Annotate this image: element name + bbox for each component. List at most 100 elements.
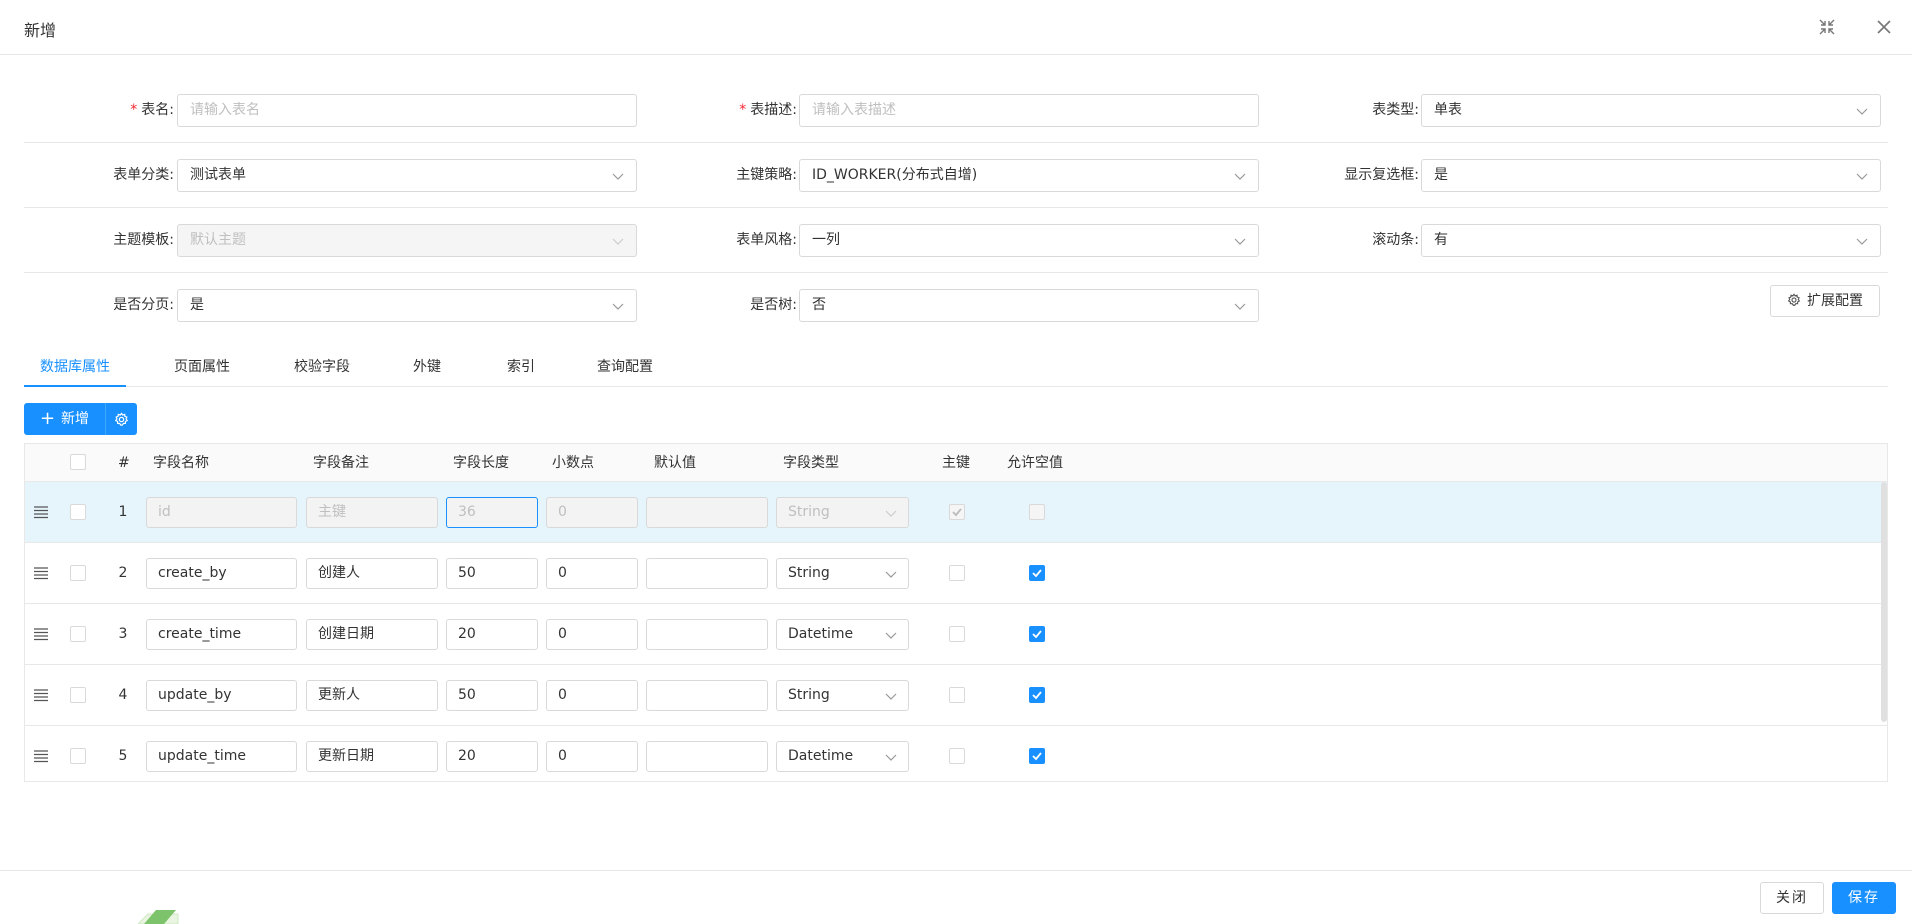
fullscreen-exit-icon[interactable] — [1816, 16, 1838, 38]
drag-handle-icon[interactable] — [33, 688, 49, 702]
row-number: 3 — [118, 626, 128, 642]
row-number: 4 — [118, 687, 128, 703]
drag-handle-icon[interactable] — [33, 505, 49, 519]
tab-indexes[interactable]: 索引 — [507, 356, 535, 376]
column-settings-button[interactable] — [106, 403, 137, 435]
show-checkbox-select[interactable]: 是 — [1421, 159, 1881, 192]
primary-key-checkbox[interactable] — [949, 626, 965, 642]
row-select-checkbox[interactable] — [70, 626, 86, 642]
scrollbar-label: 滚动条: — [1372, 232, 1419, 248]
scrollbar-label-wrap: 滚动条: — [24, 224, 1419, 257]
field-length-input[interactable]: 20 — [446, 619, 538, 650]
table-row[interactable]: 4 update_by 更新人 50 0 String — [25, 665, 1887, 726]
tab-bar: 数据库属性 页面属性 校验字段 外键 索引 查询配置 — [24, 350, 1888, 387]
chevron-down-icon — [885, 691, 897, 701]
close-icon[interactable] — [1873, 16, 1895, 38]
field-type-select[interactable]: String — [776, 680, 909, 711]
table-scrollbar[interactable] — [1881, 482, 1887, 722]
header-default-value: 默认值 — [654, 455, 696, 471]
table-header: # 字段名称 字段备注 字段长度 小数点 默认值 字段类型 主键 允许空值 — [25, 444, 1887, 482]
table-type-value: 单表 — [1434, 102, 1462, 118]
primary-key-checkbox[interactable] — [949, 565, 965, 581]
table-row[interactable]: 1 id 主键 36 0 String — [25, 482, 1887, 543]
primary-key-checkbox — [949, 504, 965, 520]
nullable-checkbox[interactable] — [1029, 626, 1045, 642]
row-select-checkbox[interactable] — [70, 748, 86, 764]
decimal-input: 0 — [546, 497, 638, 528]
close-button[interactable]: 关闭 — [1760, 882, 1824, 914]
chevron-down-icon — [1234, 301, 1246, 311]
table-row[interactable]: 5 update_time 更新日期 20 0 Datetime — [25, 726, 1887, 781]
field-comment-input: 主键 — [306, 497, 438, 528]
default-value-input[interactable] — [646, 619, 768, 650]
primary-key-checkbox[interactable] — [949, 687, 965, 703]
tab-page-properties[interactable]: 页面属性 — [174, 356, 230, 376]
form-row-3: 主题模板: 默认主题 表单风格: 一列 滚动条: 有 — [24, 208, 1888, 273]
form-row-1: * 表名: 请输入表名 * 表描述: 请输入表描述 表类型: 单表 — [24, 78, 1888, 143]
save-button[interactable]: 保存 — [1832, 882, 1896, 914]
decimal-input[interactable]: 0 — [546, 741, 638, 772]
gear-icon — [1787, 293, 1801, 306]
tab-query-config[interactable]: 查询配置 — [597, 356, 653, 376]
form-row-4: 是否分页: 是 是否树: 否 扩展配置 — [24, 273, 1888, 338]
extend-config-label: 扩展配置 — [1807, 293, 1863, 309]
is-tree-value: 否 — [812, 297, 826, 313]
field-type-select[interactable]: Datetime — [776, 741, 909, 772]
chevron-down-icon — [885, 752, 897, 762]
field-type-select[interactable]: String — [776, 558, 909, 589]
row-select-checkbox[interactable] — [70, 687, 86, 703]
select-all-checkbox[interactable] — [70, 454, 86, 470]
decimal-input[interactable]: 0 — [546, 619, 638, 650]
extend-config-button[interactable]: 扩展配置 — [1770, 285, 1880, 317]
drag-handle-icon[interactable] — [33, 749, 49, 763]
row-number: 1 — [118, 504, 128, 520]
field-comment-input[interactable]: 创建人 — [306, 558, 438, 589]
field-name-input[interactable]: create_by — [146, 558, 297, 589]
field-type-value: Datetime — [788, 748, 854, 764]
decimal-input[interactable]: 0 — [546, 680, 638, 711]
field-name-input[interactable]: create_time — [146, 619, 297, 650]
field-comment-input[interactable]: 更新日期 — [306, 741, 438, 772]
table-row[interactable]: 2 create_by 创建人 50 0 String — [25, 543, 1887, 604]
add-field-button[interactable]: + 新增 — [24, 403, 106, 435]
dialog-title: 新增 — [24, 21, 57, 40]
field-type-value: String — [788, 687, 830, 703]
table-row[interactable]: 3 create_time 创建日期 20 0 Datetime — [25, 604, 1887, 665]
primary-key-checkbox[interactable] — [949, 748, 965, 764]
tab-foreign-keys[interactable]: 外键 — [413, 356, 441, 376]
field-length-input[interactable]: 50 — [446, 680, 538, 711]
tab-validation-fields[interactable]: 校验字段 — [294, 356, 350, 376]
header-field-length: 字段长度 — [453, 455, 509, 471]
field-name-input[interactable]: update_time — [146, 741, 297, 772]
tab-db-properties[interactable]: 数据库属性 — [40, 356, 110, 376]
show-checkbox-label: 显示复选框: — [1344, 167, 1419, 183]
chevron-down-icon — [885, 508, 897, 518]
field-comment-input[interactable]: 更新人 — [306, 680, 438, 711]
default-value-input[interactable] — [646, 558, 768, 589]
is-tree-select[interactable]: 否 — [799, 289, 1259, 322]
drag-handle-icon[interactable] — [33, 627, 49, 641]
field-type-select: String — [776, 497, 909, 528]
field-name-input[interactable]: update_by — [146, 680, 297, 711]
field-comment-input[interactable]: 创建日期 — [306, 619, 438, 650]
field-length-input: 36 — [446, 497, 538, 528]
drag-handle-icon[interactable] — [33, 566, 49, 580]
table-type-label: 表类型: — [1372, 102, 1419, 118]
row-select-checkbox[interactable] — [70, 504, 86, 520]
nullable-checkbox[interactable] — [1029, 687, 1045, 703]
fields-table: # 字段名称 字段备注 字段长度 小数点 默认值 字段类型 主键 允许空值 1 i… — [24, 443, 1888, 782]
field-length-input[interactable]: 20 — [446, 741, 538, 772]
table-type-select[interactable]: 单表 — [1421, 94, 1881, 127]
field-length-input[interactable]: 50 — [446, 558, 538, 589]
nullable-checkbox[interactable] — [1029, 565, 1045, 581]
tab-active-indicator — [24, 385, 126, 387]
row-select-checkbox[interactable] — [70, 565, 86, 581]
nullable-checkbox[interactable] — [1029, 748, 1045, 764]
field-type-select[interactable]: Datetime — [776, 619, 909, 650]
is-tree-label-wrap: 是否树: — [24, 289, 797, 322]
decimal-input[interactable]: 0 — [546, 558, 638, 589]
default-value-input[interactable] — [646, 680, 768, 711]
header-decimal: 小数点 — [552, 455, 594, 471]
scrollbar-select[interactable]: 有 — [1421, 224, 1881, 257]
default-value-input[interactable] — [646, 741, 768, 772]
